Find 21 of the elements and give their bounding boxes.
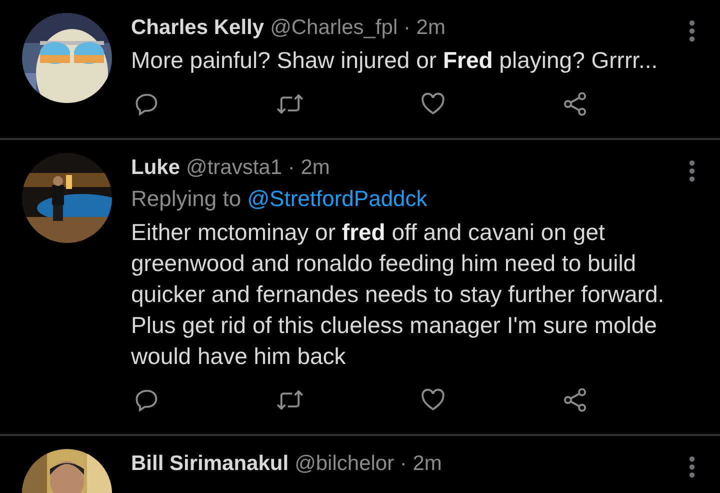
more-options-icon[interactable] — [688, 159, 696, 183]
heart-icon[interactable] — [420, 387, 446, 413]
replying-label: Replying to — [131, 186, 242, 211]
retweet-icon[interactable] — [276, 91, 304, 117]
more-options-icon[interactable] — [688, 19, 696, 43]
author-name[interactable]: Luke — [131, 153, 180, 183]
author-name[interactable]: Charles Kelly — [131, 13, 264, 43]
tweet-text: Either mctominay or fred off and cavani on get greenwood and ronaldo feeding him need to build quicker and fernandes needs to stay further forward. Plus get rid of this clueless manager I'm sure molde would have him back — [131, 218, 666, 371]
tweet-text: More painful? Shaw injured or Fred playing? Grrrr... — [131, 46, 659, 75]
more-options-icon[interactable] — [688, 455, 696, 479]
handle-and-time: @travsta1 · 2m — [186, 155, 330, 181]
reply-icon[interactable] — [134, 387, 160, 413]
heart-icon[interactable] — [420, 91, 446, 117]
retweet-icon[interactable] — [276, 387, 304, 413]
handle-and-time: @Charles_fpl · 2m — [270, 15, 446, 41]
handle-and-time: @bilchelor · 2m — [294, 451, 442, 477]
reply-icon[interactable] — [134, 91, 160, 117]
share-icon[interactable] — [562, 387, 588, 413]
mention-link[interactable]: @StretfordPaddck — [247, 186, 428, 211]
author-name[interactable]: Bill Sirimanakul — [131, 449, 289, 479]
share-icon[interactable] — [562, 91, 588, 117]
